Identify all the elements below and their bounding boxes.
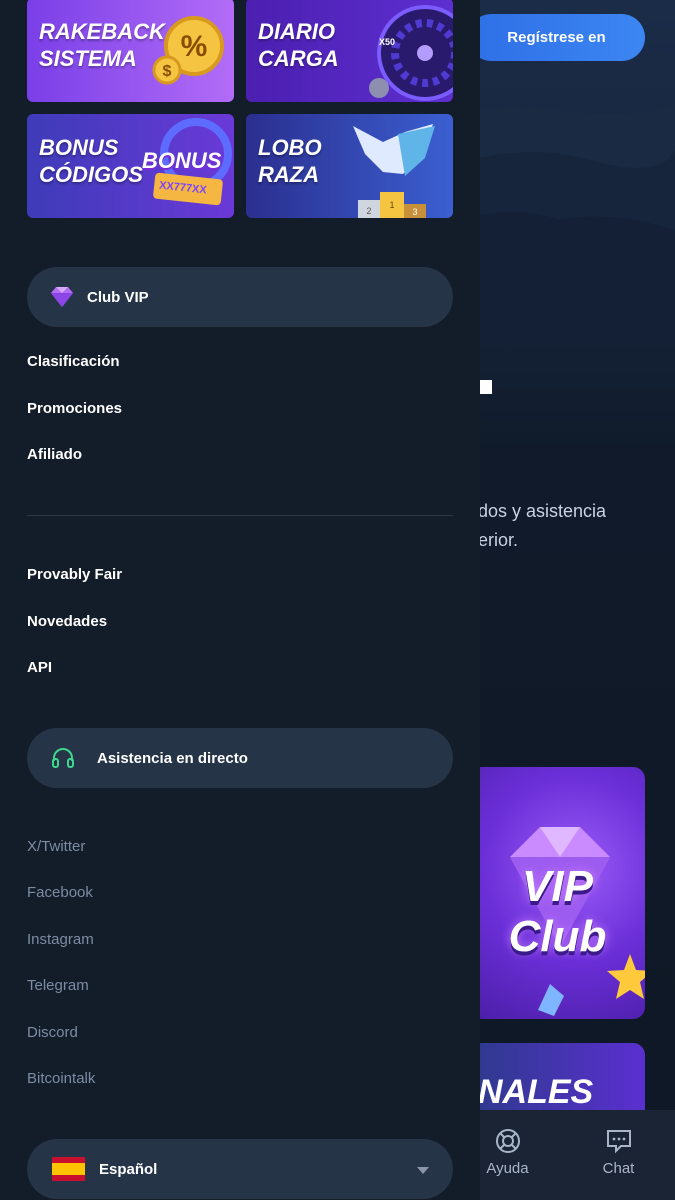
svg-text:X50: X50 xyxy=(379,37,395,47)
promo-wolf-race[interactable]: LOBO RAZA 2 1 3 xyxy=(246,114,453,218)
chevron-down-icon xyxy=(417,1167,429,1174)
lifebuoy-icon xyxy=(495,1129,520,1153)
promo-title: BONUS CÓDIGOS xyxy=(39,135,143,187)
social-link-instagram[interactable]: Instagram xyxy=(27,931,94,948)
star-icon xyxy=(607,954,645,999)
social-link-discord[interactable]: Discord xyxy=(27,1024,78,1041)
language-selector[interactable]: Español xyxy=(27,1139,453,1199)
bonus-badge: BONUS xyxy=(142,148,222,173)
menu-link-afiliado[interactable]: Afiliado xyxy=(27,446,82,463)
wolf-podium-icon: 2 1 3 xyxy=(353,124,435,218)
bottom-nav: Ayuda Chat xyxy=(452,1110,675,1200)
promo-title: DIARIO CARGA xyxy=(258,19,339,71)
wheel-icon: X50 xyxy=(369,5,453,101)
menu-link-clasificacion[interactable]: Clasificación xyxy=(27,353,120,370)
vip-club-banner[interactable]: VIP Club xyxy=(470,767,645,1019)
social-link-twitter[interactable]: X/Twitter xyxy=(27,838,85,855)
headset-icon xyxy=(52,748,74,768)
promo-rakeback[interactable]: RAKEBACK SISTEMA % $ xyxy=(27,0,234,102)
promo-daily-wheel[interactable]: DIARIO CARGA X50 xyxy=(246,0,453,102)
spain-flag-icon xyxy=(52,1157,85,1181)
svg-text:2: 2 xyxy=(366,206,371,216)
side-drawer: RAKEBACK SISTEMA % $ DIARIO CARGA X50 BO… xyxy=(0,0,480,1200)
club-vip-button[interactable]: Club VIP xyxy=(27,267,453,327)
hero-description: dos y asistencia erior. xyxy=(478,501,607,550)
club-vip-label: Club VIP xyxy=(87,288,149,306)
nav-chat-label: Chat xyxy=(602,1160,635,1177)
promo-title: RAKEBACK SISTEMA xyxy=(39,19,165,71)
menu-link-promociones[interactable]: Promociones xyxy=(27,400,122,417)
menu-divider xyxy=(27,515,453,516)
nav-help-label: Ayuda xyxy=(486,1160,529,1177)
svg-text:3: 3 xyxy=(412,207,417,217)
svg-text:1: 1 xyxy=(389,200,394,210)
banner-label: NALES xyxy=(478,1073,594,1111)
crystal-icon xyxy=(538,984,564,1016)
svg-text:%: % xyxy=(181,30,208,63)
social-link-facebook[interactable]: Facebook xyxy=(27,884,93,901)
vip-club-label: VIP Club xyxy=(508,862,607,961)
live-support-label: Asistencia en directo xyxy=(97,749,248,767)
chat-bubble-icon xyxy=(606,1130,631,1154)
menu-link-api[interactable]: API xyxy=(27,659,52,676)
menu-link-provably-fair[interactable]: Provably Fair xyxy=(27,566,122,583)
live-support-button[interactable]: Asistencia en directo xyxy=(27,728,453,788)
diamond-icon xyxy=(51,287,73,307)
social-link-bitcointalk[interactable]: Bitcointalk xyxy=(27,1070,95,1087)
language-label: Español xyxy=(99,1160,158,1178)
register-button[interactable]: Regístrese en xyxy=(468,14,645,61)
menu-link-novedades[interactable]: Novedades xyxy=(27,613,107,630)
nav-chat[interactable]: Chat xyxy=(563,1110,674,1200)
promo-bonus-codes[interactable]: BONUS CÓDIGOS BONUS XX777XX xyxy=(27,114,234,218)
hero-title-fragment xyxy=(478,380,492,394)
social-link-telegram[interactable]: Telegram xyxy=(27,977,89,994)
promo-title: LOBO RAZA xyxy=(258,135,322,187)
